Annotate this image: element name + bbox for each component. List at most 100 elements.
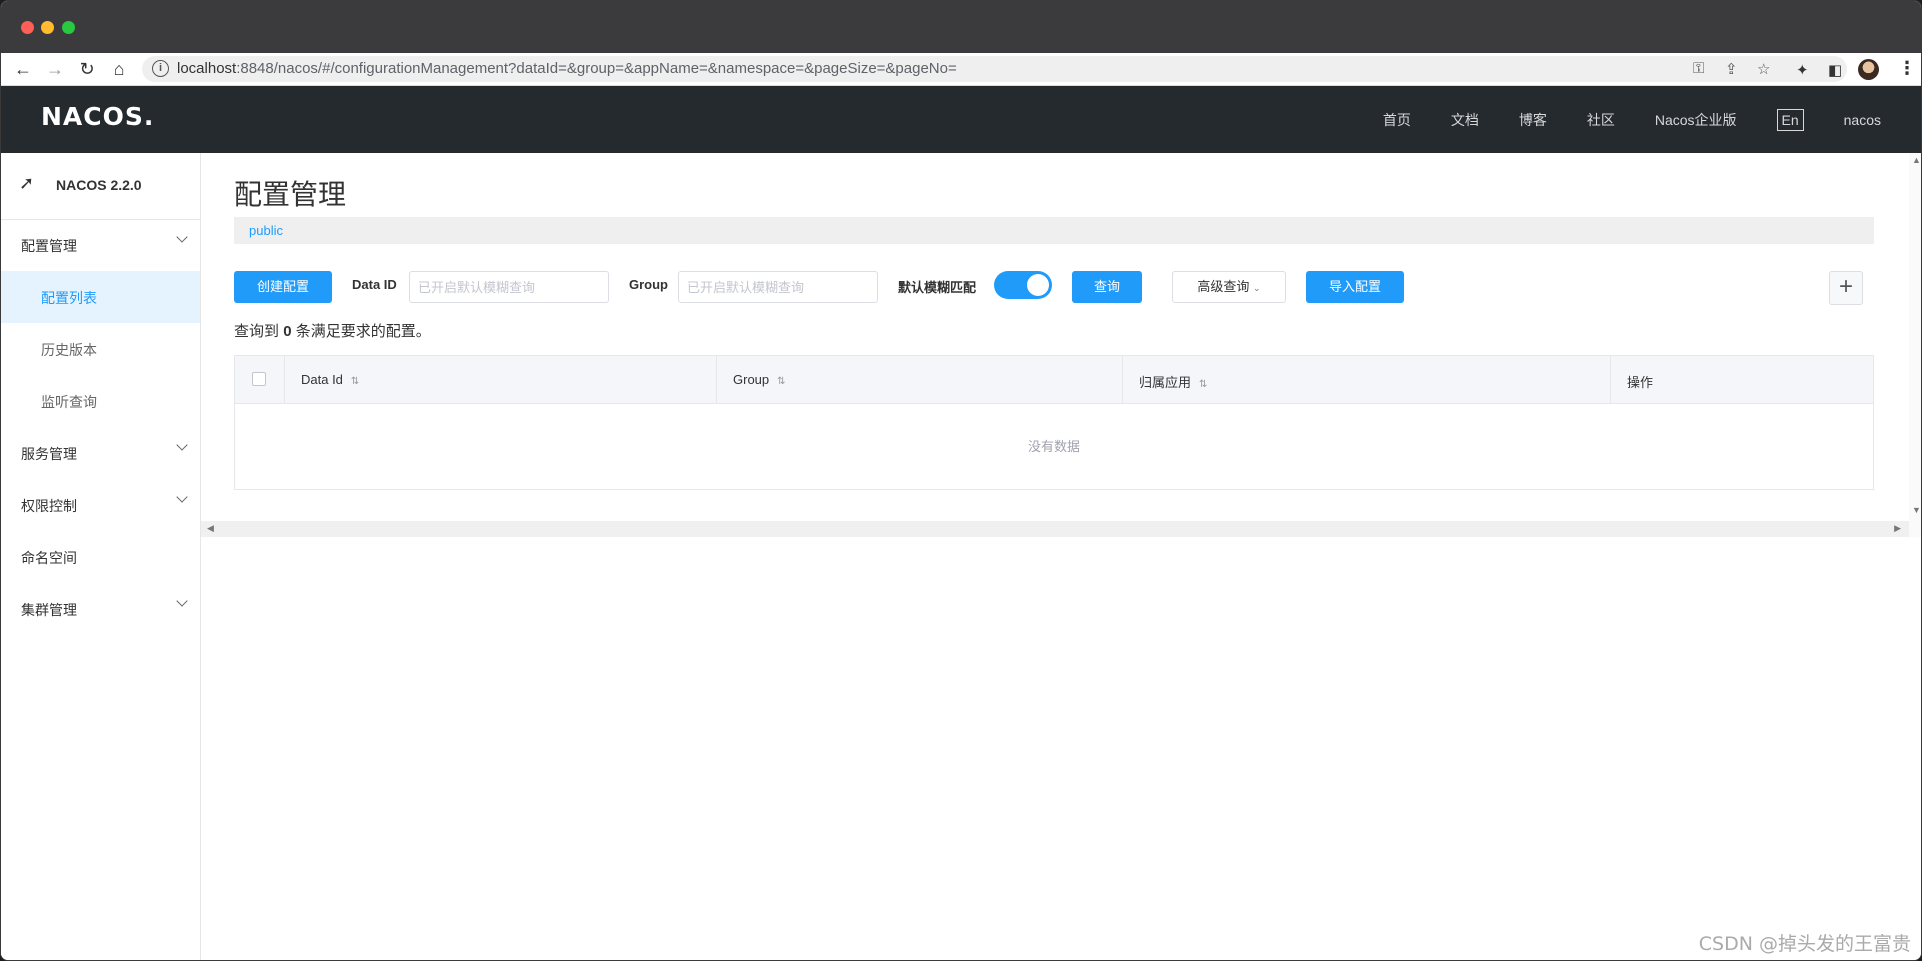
sort-icon[interactable]: ⇅ xyxy=(351,376,359,387)
sidepanel-icon[interactable]: ◧ xyxy=(1828,61,1842,79)
result-suffix: 条满足要求的配置。 xyxy=(295,323,431,340)
sidebar-item-label: 权限控制 xyxy=(21,498,77,514)
fuzzy-match-label: 默认模糊匹配 xyxy=(898,280,977,295)
result-summary: 查询到 0 条满足要求的配置。 xyxy=(234,320,431,341)
column-label: Group xyxy=(733,372,770,387)
share-icon[interactable]: ⇪ xyxy=(1725,60,1738,78)
dataid-input[interactable] xyxy=(409,271,609,303)
column-label: 操作 xyxy=(1627,375,1654,390)
chevron-down-icon xyxy=(174,231,190,247)
home-icon[interactable]: ⌂ xyxy=(107,57,131,81)
sidebar-item-config-management[interactable]: 配置管理 xyxy=(1,219,200,271)
namespace-bar: public xyxy=(234,217,1874,244)
nav-docs[interactable]: 文档 xyxy=(1451,110,1479,130)
address-bar[interactable]: i localhost:8848/nacos/#/configurationMa… xyxy=(142,56,1847,82)
sidebar-item-label: 集群管理 xyxy=(21,602,77,618)
scroll-down-icon[interactable]: ▼ xyxy=(1912,505,1921,515)
sidebar-item-config-list[interactable]: 配置列表 xyxy=(1,271,200,323)
chevron-down-icon: ⌄ xyxy=(1253,283,1261,293)
column-header-group[interactable]: Group ⇅ xyxy=(717,356,1123,404)
scroll-up-icon[interactable]: ▲ xyxy=(1912,155,1921,165)
page-title: 配置管理 xyxy=(234,179,347,210)
sidebar-item-label: 历史版本 xyxy=(41,342,97,358)
browser-menu-icon[interactable]: ⋮ xyxy=(1898,58,1916,79)
plus-icon[interactable]: + xyxy=(1829,271,1863,305)
advanced-search-button[interactable]: 高级查询 ⌄ xyxy=(1172,271,1286,303)
sidebar-item-service-management[interactable]: 服务管理 xyxy=(1,427,200,479)
sidebar-item-label: 监听查询 xyxy=(41,394,97,410)
nav-home[interactable]: 首页 xyxy=(1383,110,1411,130)
horizontal-scrollbar[interactable]: ◀ ▶ xyxy=(201,521,1921,537)
top-nav: 首页 文档 博客 社区 Nacos企业版 En nacos xyxy=(1343,86,1881,153)
select-all-cell xyxy=(235,356,285,404)
back-arrow-icon[interactable]: ← xyxy=(11,57,35,81)
scroll-left-icon[interactable]: ◀ xyxy=(207,523,214,534)
main-content: 配置管理 public 创建配置 Data ID Group 默认模糊匹配 查询… xyxy=(201,153,1921,960)
table-header: Data Id ⇅ Group ⇅ 归属应用 ⇅ 操作 xyxy=(235,356,1873,404)
mouse-cursor-icon: ➚ xyxy=(19,173,35,193)
browser-window: ← → ↻ ⌂ i localhost:8848/nacos/#/configu… xyxy=(0,0,1922,961)
browser-toolbar: ← → ↻ ⌂ i localhost:8848/nacos/#/configu… xyxy=(1,53,1921,86)
maximize-window-button[interactable] xyxy=(62,21,75,34)
import-config-button[interactable]: 导入配置 xyxy=(1306,271,1404,303)
profile-avatar[interactable] xyxy=(1858,59,1879,80)
result-count: 0 xyxy=(283,323,292,340)
sidebar-item-namespace[interactable]: 命名空间 xyxy=(1,531,200,583)
minimize-window-button[interactable] xyxy=(41,21,54,34)
dataid-label: Data ID xyxy=(352,277,397,292)
nav-enterprise[interactable]: Nacos企业版 xyxy=(1655,110,1737,130)
chevron-down-icon xyxy=(174,595,190,611)
bookmark-star-icon[interactable]: ☆ xyxy=(1757,60,1770,78)
column-label: Data Id xyxy=(301,372,343,387)
sidebar-item-history[interactable]: 历史版本 xyxy=(1,323,200,375)
vertical-scrollbar[interactable]: ▲ ▼ xyxy=(1909,153,1921,537)
column-label: 归属应用 xyxy=(1139,375,1192,390)
create-config-button[interactable]: 创建配置 xyxy=(234,271,332,303)
chevron-down-icon xyxy=(174,439,190,455)
sort-icon[interactable]: ⇅ xyxy=(1199,379,1207,390)
sort-icon[interactable]: ⇅ xyxy=(777,376,785,387)
extensions-icon[interactable]: ✦ xyxy=(1796,61,1809,79)
scroll-right-icon[interactable]: ▶ xyxy=(1894,523,1901,534)
sidebar-item-label: 命名空间 xyxy=(21,550,77,566)
app-header: NACOS. 首页 文档 博客 社区 Nacos企业版 En nacos xyxy=(1,86,1921,153)
watermark: CSDN @掉头发的王富贵 xyxy=(1698,933,1911,955)
forward-arrow-icon[interactable]: → xyxy=(43,57,67,81)
advanced-search-label: 高级查询 xyxy=(1197,279,1250,294)
select-all-checkbox[interactable] xyxy=(252,372,266,386)
nav-community[interactable]: 社区 xyxy=(1587,110,1615,130)
namespace-public-link[interactable]: public xyxy=(249,223,283,238)
title-bar xyxy=(1,1,1921,53)
sidebar-item-cluster-management[interactable]: 集群管理 xyxy=(1,583,200,635)
reload-icon[interactable]: ↻ xyxy=(75,57,99,81)
group-label: Group xyxy=(629,277,668,292)
fuzzy-match-toggle[interactable] xyxy=(994,271,1052,299)
language-switch[interactable]: En xyxy=(1776,108,1804,131)
column-header-actions: 操作 xyxy=(1611,356,1873,404)
nacos-logo[interactable]: NACOS. xyxy=(41,102,154,131)
config-table: Data Id ⇅ Group ⇅ 归属应用 ⇅ 操作 没有数据 xyxy=(234,355,1874,490)
key-icon[interactable]: ⚿ xyxy=(1693,60,1704,77)
toggle-knob xyxy=(1027,274,1049,296)
search-button[interactable]: 查询 xyxy=(1072,271,1142,303)
nav-blog[interactable]: 博客 xyxy=(1519,110,1547,130)
empty-state-text: 没有数据 xyxy=(1027,439,1080,454)
sidebar-item-access-control[interactable]: 权限控制 xyxy=(1,479,200,531)
sidebar-item-label: 配置管理 xyxy=(21,238,77,254)
close-window-button[interactable] xyxy=(21,21,34,34)
url-text[interactable]: localhost:8848/nacos/#/configurationMana… xyxy=(177,60,957,77)
sidebar-item-label: 服务管理 xyxy=(21,446,77,462)
sidebar: ➚ NACOS 2.2.0 配置管理 配置列表 历史版本 监听查询 服务管理 权… xyxy=(1,153,201,960)
version-label: NACOS 2.2.0 xyxy=(56,177,142,193)
chevron-down-icon xyxy=(174,491,190,507)
sidebar-item-listener-query[interactable]: 监听查询 xyxy=(1,375,200,427)
column-header-dataid[interactable]: Data Id ⇅ xyxy=(285,356,717,404)
site-info-icon[interactable]: i xyxy=(152,60,169,77)
url-host: localhost xyxy=(177,60,237,77)
url-path: :8848/nacos/#/configurationManagement?da… xyxy=(236,60,957,77)
column-header-app[interactable]: 归属应用 ⇅ xyxy=(1123,356,1611,404)
user-menu[interactable]: nacos xyxy=(1844,112,1881,128)
group-input[interactable] xyxy=(678,271,878,303)
result-prefix: 查询到 xyxy=(234,323,280,340)
sidebar-item-label: 配置列表 xyxy=(41,290,97,306)
